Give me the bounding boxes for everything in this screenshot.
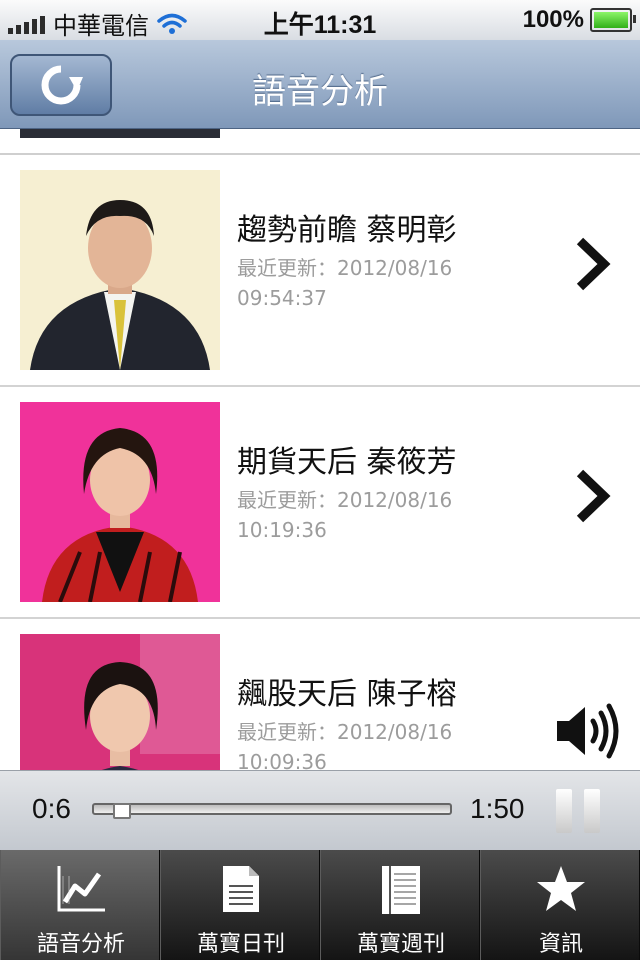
progress-slider[interactable] [92, 803, 452, 819]
speaker-icon[interactable] [553, 701, 621, 761]
updated-info: 最近更新：2012/08/16 09:54:37 [237, 253, 452, 313]
tab-label: 語音分析 [36, 932, 125, 957]
star-icon [537, 866, 585, 911]
updated-date: 最近更新：2012/08/16 [237, 256, 453, 280]
list-item[interactable]: 期貨天后 秦筱芳 最近更新：2012/08/16 10:19:36 [0, 385, 640, 619]
status-bar: 中華電信 上午11:31 100% [0, 0, 640, 40]
pause-icon [556, 789, 572, 833]
chevron-right-icon[interactable] [572, 467, 612, 525]
tab-daily[interactable]: 萬寶日刊 [160, 850, 320, 960]
list-item[interactable]: 飆股天后 陳子榕 最近更新：2012/08/16 10:09:36 [0, 617, 640, 770]
analyst-photo [20, 402, 220, 602]
current-time: 0:6 [32, 793, 71, 824]
analyst-name: 期貨天后 秦筱芳 [237, 445, 457, 480]
tab-bar: 語音分析 萬寶日刊 萬寶週刊 資訊 [0, 850, 640, 960]
navigation-bar: 語音分析 [0, 40, 640, 129]
chevron-right-icon[interactable] [572, 235, 612, 293]
battery-percent: 100% [522, 6, 584, 33]
updated-time: 10:19:36 [237, 518, 327, 542]
analyst-photo [20, 634, 220, 770]
tab-info[interactable]: 資訊 [480, 850, 640, 960]
notebook-icon [382, 866, 420, 914]
analyst-name: 飆股天后 陳子榕 [237, 677, 457, 712]
updated-date: 最近更新：2012/08/16 [237, 488, 453, 512]
updated-time: 10:09:36 [237, 750, 327, 770]
audio-player: 0:6 1:50 [0, 770, 640, 851]
slider-knob[interactable] [113, 803, 131, 819]
analyst-list[interactable]: 趨勢前瞻 蔡明彰 最近更新：2012/08/16 09:54:37 期貨天后 秦… [0, 129, 640, 770]
updated-info: 最近更新：2012/08/16 10:09:36 [237, 717, 452, 770]
analyst-name: 趨勢前瞻 蔡明彰 [237, 213, 457, 248]
battery-icon [590, 8, 636, 32]
tab-label: 萬寶日刊 [196, 932, 285, 957]
tab-label: 萬寶週刊 [356, 932, 445, 957]
total-time: 1:50 [470, 793, 525, 824]
updated-time: 09:54:37 [237, 286, 327, 310]
pause-button[interactable] [556, 789, 602, 833]
updated-date: 最近更新：2012/08/16 [237, 720, 453, 744]
tab-voice-analysis[interactable]: 語音分析 [0, 850, 160, 960]
status-right: 100% [522, 6, 636, 34]
document-icon [223, 866, 259, 912]
updated-info: 最近更新：2012/08/16 10:19:36 [237, 485, 452, 545]
list-item[interactable]: 趨勢前瞻 蔡明彰 最近更新：2012/08/16 09:54:37 [0, 153, 640, 387]
list-item-partial[interactable] [0, 129, 640, 155]
analyst-photo [20, 170, 220, 370]
chart-icon [57, 866, 105, 912]
tab-label: 資訊 [538, 932, 583, 957]
page-title: 語音分析 [252, 72, 388, 112]
tab-weekly[interactable]: 萬寶週刊 [320, 850, 480, 960]
